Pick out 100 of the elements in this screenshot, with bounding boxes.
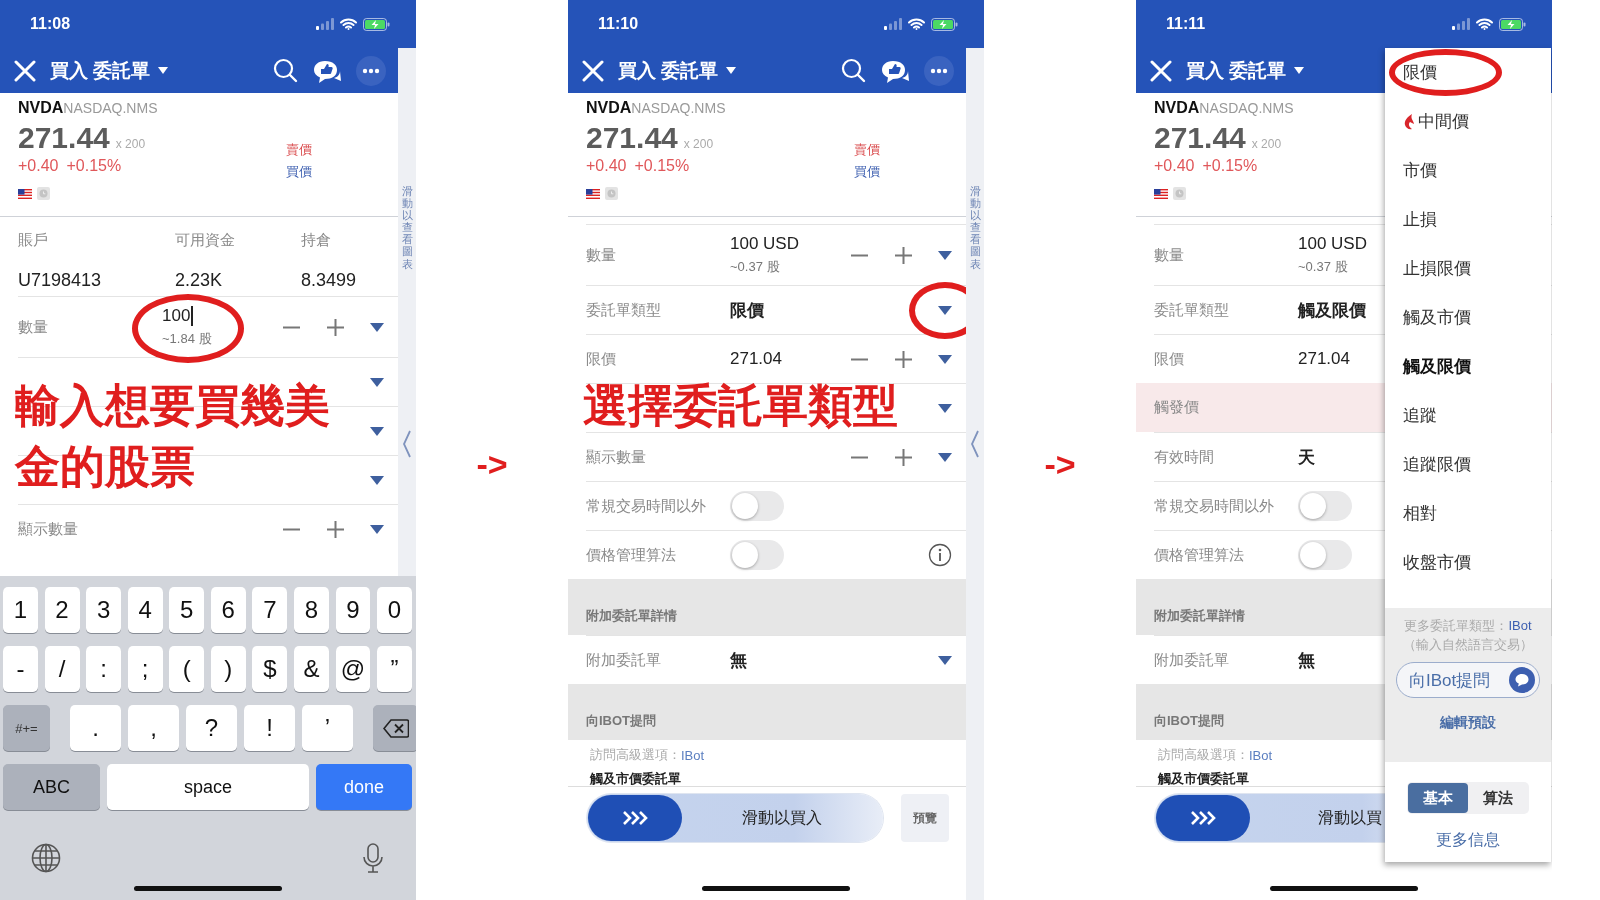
menu-item[interactable]: 限價 — [1385, 48, 1551, 97]
keyboard-key[interactable]: / — [44, 646, 80, 692]
more-button[interactable] — [924, 55, 954, 86]
info-icon[interactable] — [928, 543, 952, 567]
chevron-left-icon[interactable] — [970, 429, 980, 458]
close-icon[interactable] — [582, 59, 604, 82]
keyboard-key[interactable]: ’ — [302, 705, 353, 751]
order-title-dropdown[interactable]: 買入 委託單 — [1186, 57, 1305, 84]
keyboard-key[interactable]: ” — [377, 646, 413, 692]
globe-icon[interactable] — [31, 843, 61, 873]
menu-item[interactable]: 收盤市價 — [1385, 538, 1551, 587]
plus-icon[interactable] — [894, 245, 913, 265]
keyboard-key[interactable]: ) — [210, 646, 246, 692]
search-icon[interactable] — [273, 58, 298, 83]
chart-side-panel[interactable]: 滑動以查看圖表 — [966, 48, 984, 900]
keyboard-key[interactable]: . — [70, 705, 121, 751]
slider-knob[interactable] — [1156, 795, 1250, 841]
keyboard-key[interactable]: $ — [252, 646, 288, 692]
toggle-switch[interactable] — [1298, 540, 1352, 570]
field-value[interactable]: 天 — [1298, 445, 1315, 469]
keyboard-key[interactable]: 1 — [3, 587, 38, 633]
plus-icon[interactable] — [894, 447, 913, 467]
close-icon[interactable] — [14, 59, 36, 82]
keyboard-key[interactable]: 4 — [127, 587, 163, 633]
toggle-switch[interactable] — [730, 491, 784, 521]
order-title-dropdown[interactable]: 買入 委託單 — [50, 57, 169, 84]
dropdown-caret-icon[interactable] — [938, 250, 952, 260]
plus-icon[interactable] — [894, 349, 913, 369]
microphone-icon[interactable] — [362, 843, 384, 873]
menu-item[interactable]: 觸及市價 — [1385, 293, 1551, 342]
dropdown-caret-icon[interactable] — [938, 354, 952, 364]
ibot-link[interactable]: IBot — [1508, 618, 1532, 633]
keyboard-key[interactable]: - — [3, 646, 38, 692]
keyboard-key[interactable]: : — [86, 646, 122, 692]
menu-item[interactable]: 中間價 — [1385, 97, 1551, 146]
dropdown-caret-icon[interactable] — [370, 475, 384, 485]
segment-tab[interactable]: 基本 — [1408, 783, 1468, 813]
keyboard-key[interactable]: ! — [244, 705, 295, 751]
abc-key[interactable]: ABC — [3, 764, 100, 810]
keyboard-key[interactable]: 6 — [210, 587, 246, 633]
close-icon[interactable] — [1150, 59, 1172, 82]
segment-tab[interactable]: 算法 — [1468, 783, 1528, 813]
keyboard-key[interactable]: 9 — [335, 587, 371, 633]
done-button[interactable]: done — [316, 764, 412, 810]
keyboard-key[interactable]: ? — [186, 705, 237, 751]
field-value[interactable]: 觸及限價 — [1298, 298, 1366, 322]
order-title-dropdown[interactable]: 買入 委託單 — [618, 57, 737, 84]
symbols-key[interactable]: #+= — [3, 705, 50, 751]
ibot-link[interactable]: IBot — [1249, 747, 1273, 763]
field-value[interactable]: 限價 — [730, 298, 764, 322]
keyboard-key[interactable]: ( — [169, 646, 205, 692]
swipe-to-buy-slider[interactable]: 滑動以買入 — [587, 794, 883, 842]
field-value[interactable]: 無 — [730, 648, 747, 672]
toggle-switch[interactable] — [730, 540, 784, 570]
dropdown-caret-icon[interactable] — [370, 426, 384, 436]
field-value[interactable]: 271.04 — [1298, 349, 1350, 369]
keyboard-key[interactable]: 0 — [377, 587, 413, 633]
ask-ibot-button[interactable]: 向IBot提問 — [1396, 662, 1540, 698]
chevron-left-icon[interactable] — [402, 429, 412, 458]
keyboard-key[interactable]: & — [293, 646, 329, 692]
preview-button[interactable]: 預覽 — [901, 794, 949, 842]
field-value[interactable]: 271.04 — [730, 349, 782, 369]
dropdown-caret-icon[interactable] — [370, 322, 384, 332]
chart-side-panel[interactable]: 滑動以查看圖表 — [398, 48, 416, 576]
wifi-icon — [340, 18, 357, 30]
dropdown-caret-icon[interactable] — [938, 452, 952, 462]
plus-icon[interactable] — [326, 317, 345, 337]
more-button[interactable] — [356, 55, 386, 86]
dropdown-caret-icon[interactable] — [938, 305, 952, 315]
menu-item[interactable]: 止損限價 — [1385, 244, 1551, 293]
keyboard-key[interactable]: 5 — [169, 587, 205, 633]
dropdown-caret-icon[interactable] — [370, 524, 384, 534]
dropdown-caret-icon[interactable] — [370, 377, 384, 387]
keyboard-key[interactable]: 2 — [44, 587, 80, 633]
keyboard-key[interactable]: @ — [335, 646, 371, 692]
search-icon[interactable] — [841, 58, 866, 83]
ibot-link[interactable]: IBot — [681, 747, 705, 763]
keyboard-key[interactable]: ; — [127, 646, 163, 692]
plus-icon[interactable] — [326, 519, 345, 539]
keyboard-key[interactable]: 7 — [252, 587, 288, 633]
toggle-switch[interactable] — [1298, 491, 1352, 521]
battery-charging-icon — [931, 17, 958, 31]
space-key[interactable]: space — [106, 764, 310, 810]
field-value[interactable]: 100 — [162, 306, 193, 326]
dropdown-caret-icon[interactable] — [938, 403, 952, 413]
menu-item[interactable]: 止損 — [1385, 195, 1551, 244]
menu-item[interactable]: 追蹤限價 — [1385, 440, 1551, 489]
keyboard-key[interactable]: , — [128, 705, 179, 751]
price-change: +0.40 — [1154, 157, 1195, 175]
edit-presets-link[interactable]: 編輯預設 — [1440, 714, 1496, 732]
menu-item[interactable]: 相對 — [1385, 489, 1551, 538]
dropdown-caret-icon[interactable] — [938, 655, 952, 665]
backspace-key[interactable] — [373, 705, 416, 751]
field-value[interactable]: 100 USD — [730, 234, 799, 254]
keyboard-key[interactable]: 8 — [293, 587, 329, 633]
field-value[interactable]: 100 USD — [1298, 234, 1367, 254]
keyboard-key[interactable]: 3 — [86, 587, 122, 633]
field-value[interactable]: 無 — [1298, 648, 1315, 672]
menu-item[interactable]: 市價 — [1385, 146, 1551, 195]
slider-knob[interactable] — [588, 795, 682, 841]
